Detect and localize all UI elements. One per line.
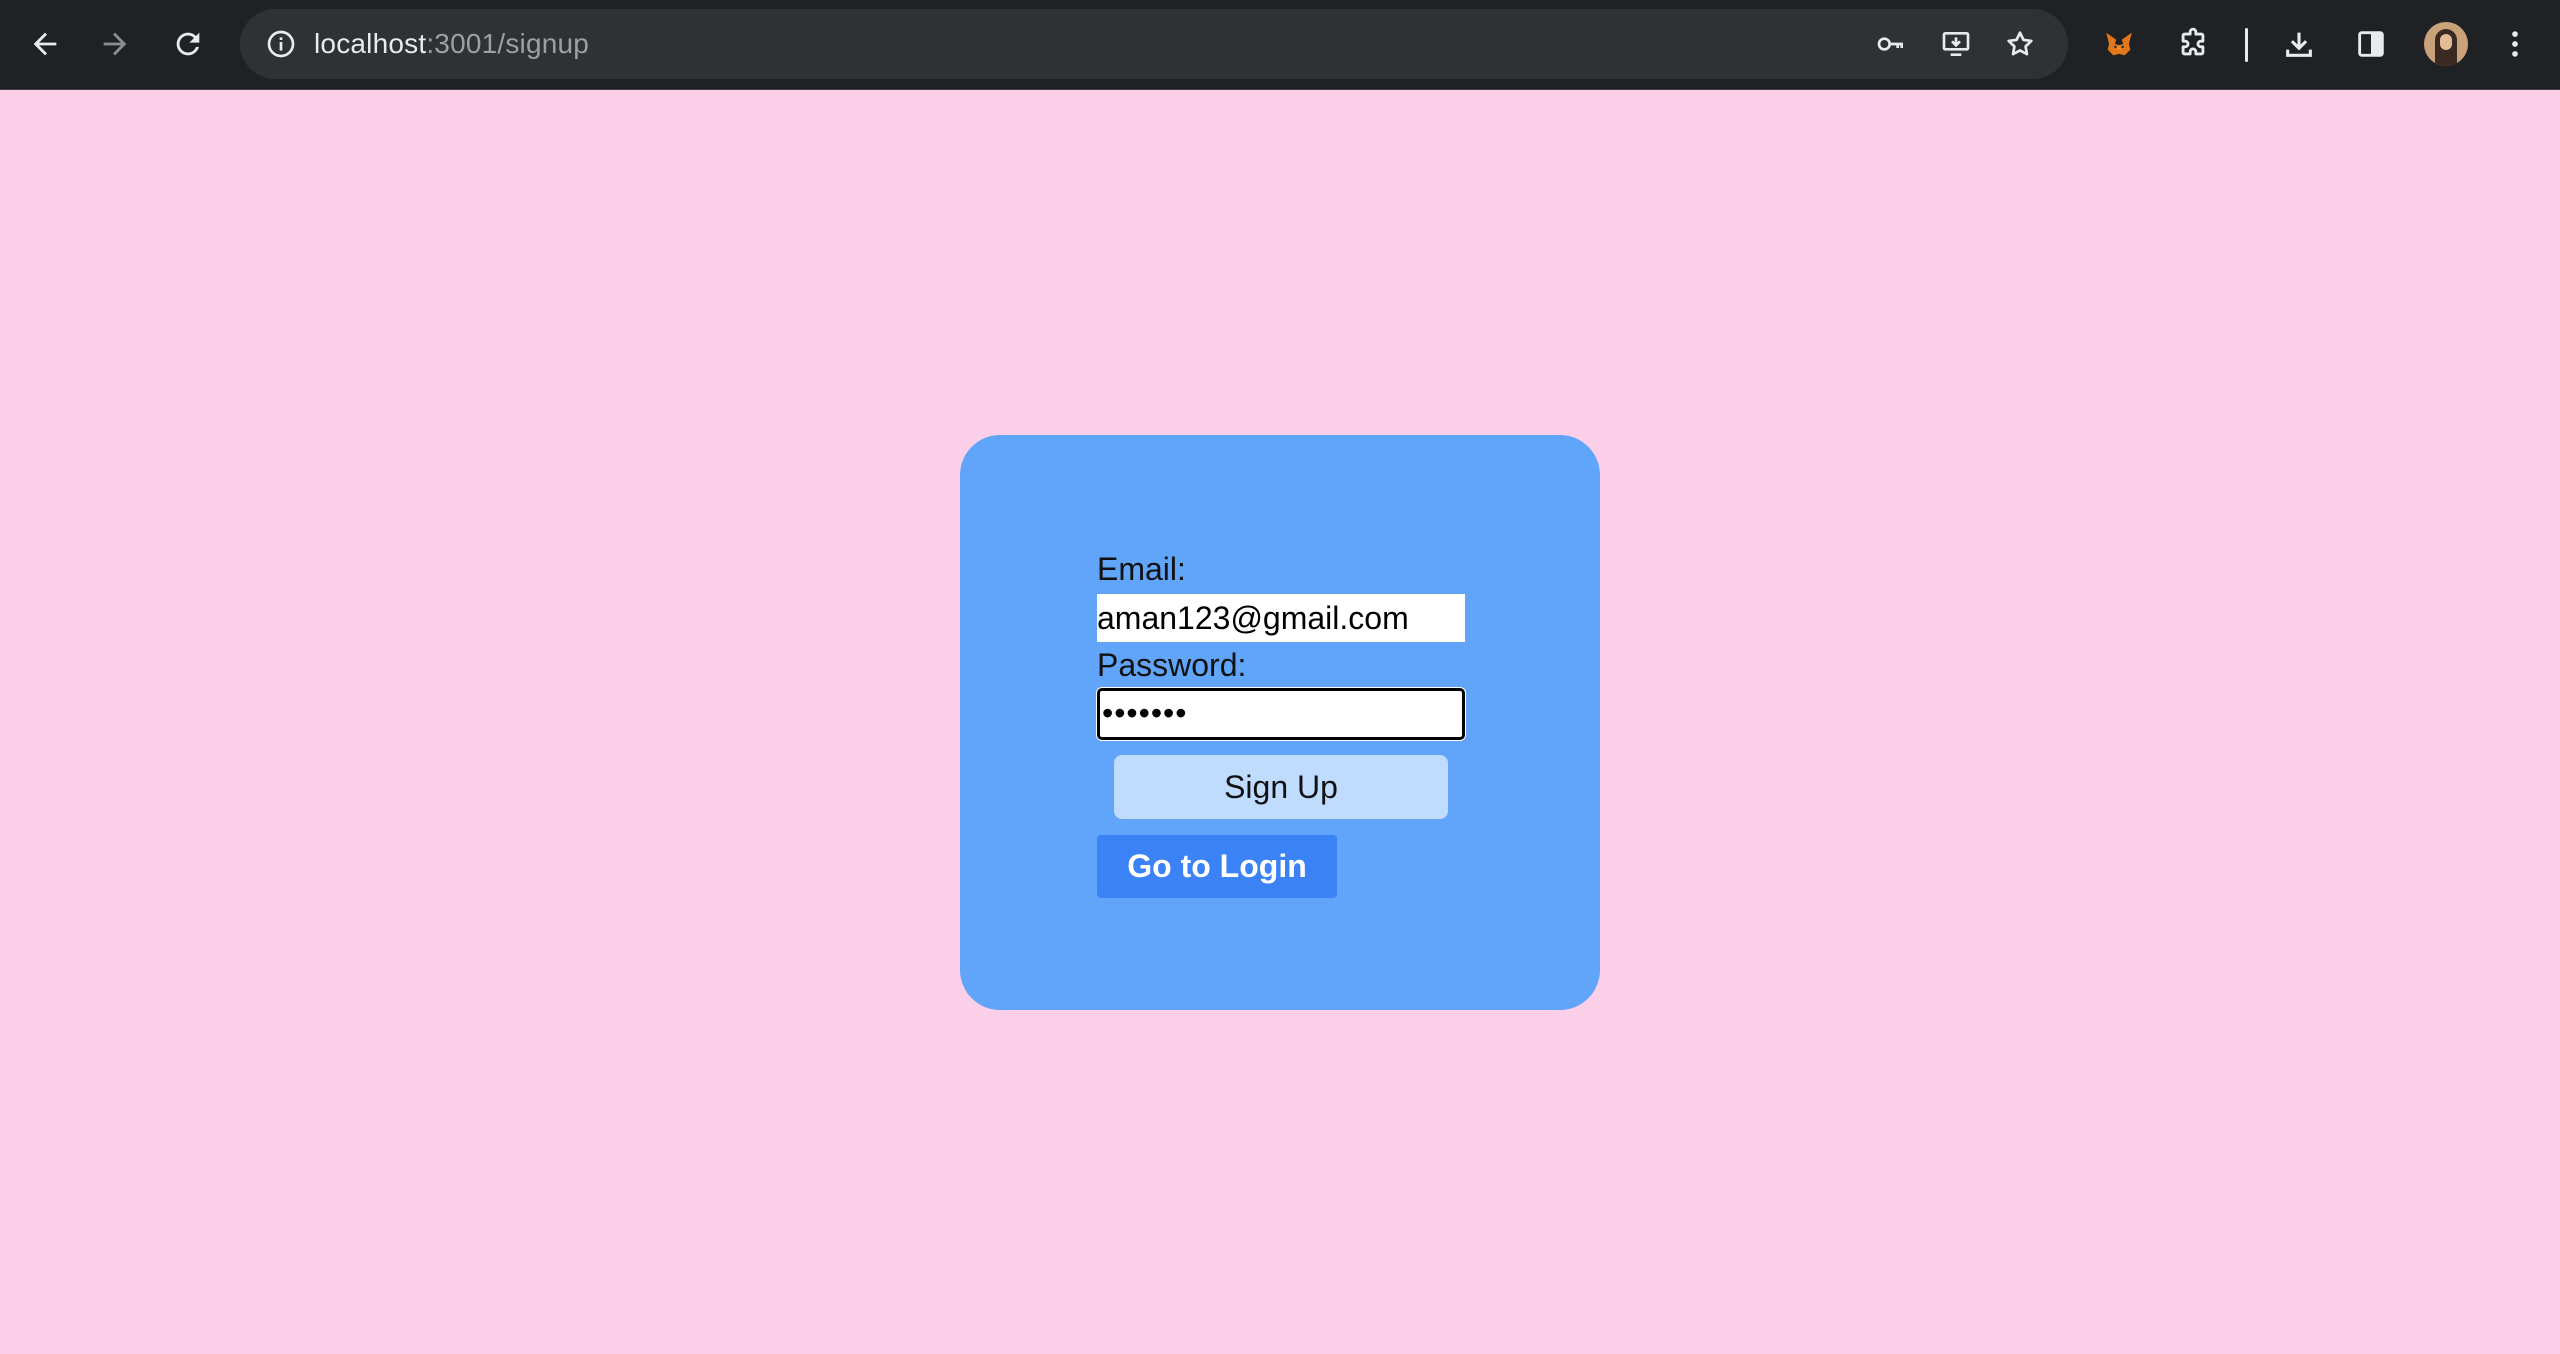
email-label: Email: (1097, 551, 1186, 587)
back-button[interactable] (14, 13, 76, 75)
toolbar-separator (2245, 28, 2248, 62)
extensions-button[interactable] (2162, 13, 2224, 75)
bookmark-star-icon[interactable] (1997, 21, 2043, 67)
go-to-login-button[interactable]: Go to Login (1097, 835, 1337, 898)
profile-avatar[interactable] (2424, 22, 2468, 66)
reload-icon (176, 32, 200, 56)
more-menu-button[interactable] (2484, 13, 2546, 75)
side-panel-icon (2358, 31, 2384, 57)
site-info-icon[interactable] (258, 21, 304, 67)
more-menu-icon (2512, 31, 2518, 57)
forward-arrow-icon (103, 32, 127, 56)
back-arrow-icon (33, 32, 57, 56)
url-text[interactable]: localhost:3001/signup (314, 9, 589, 79)
avatar-face-shape (2440, 34, 2452, 50)
url-host: localhost (314, 28, 427, 59)
signup-card: Email: aman123@gmail.com Password: •••••… (960, 435, 1600, 1010)
address-bar[interactable]: localhost:3001/signup (240, 9, 2068, 79)
password-key-icon[interactable] (1868, 21, 1914, 67)
metamask-extension-button[interactable] (2088, 13, 2150, 75)
extensions-puzzle-icon (2181, 27, 2205, 56)
install-app-icon[interactable] (1933, 21, 1979, 67)
side-panel-button[interactable] (2340, 13, 2402, 75)
email-field[interactable]: aman123@gmail.com (1097, 594, 1465, 642)
forward-button[interactable] (84, 13, 146, 75)
downloads-button[interactable] (2268, 13, 2330, 75)
metamask-fox-icon (2106, 32, 2132, 56)
downloads-icon (2286, 32, 2312, 57)
password-label: Password: (1097, 647, 1247, 683)
url-path: :3001/signup (426, 28, 590, 59)
reload-button[interactable] (157, 13, 219, 75)
browser-toolbar: localhost:3001/signup (0, 0, 2560, 90)
password-field[interactable]: ••••••• (1097, 688, 1465, 740)
signup-button[interactable]: Sign Up (1114, 755, 1448, 819)
